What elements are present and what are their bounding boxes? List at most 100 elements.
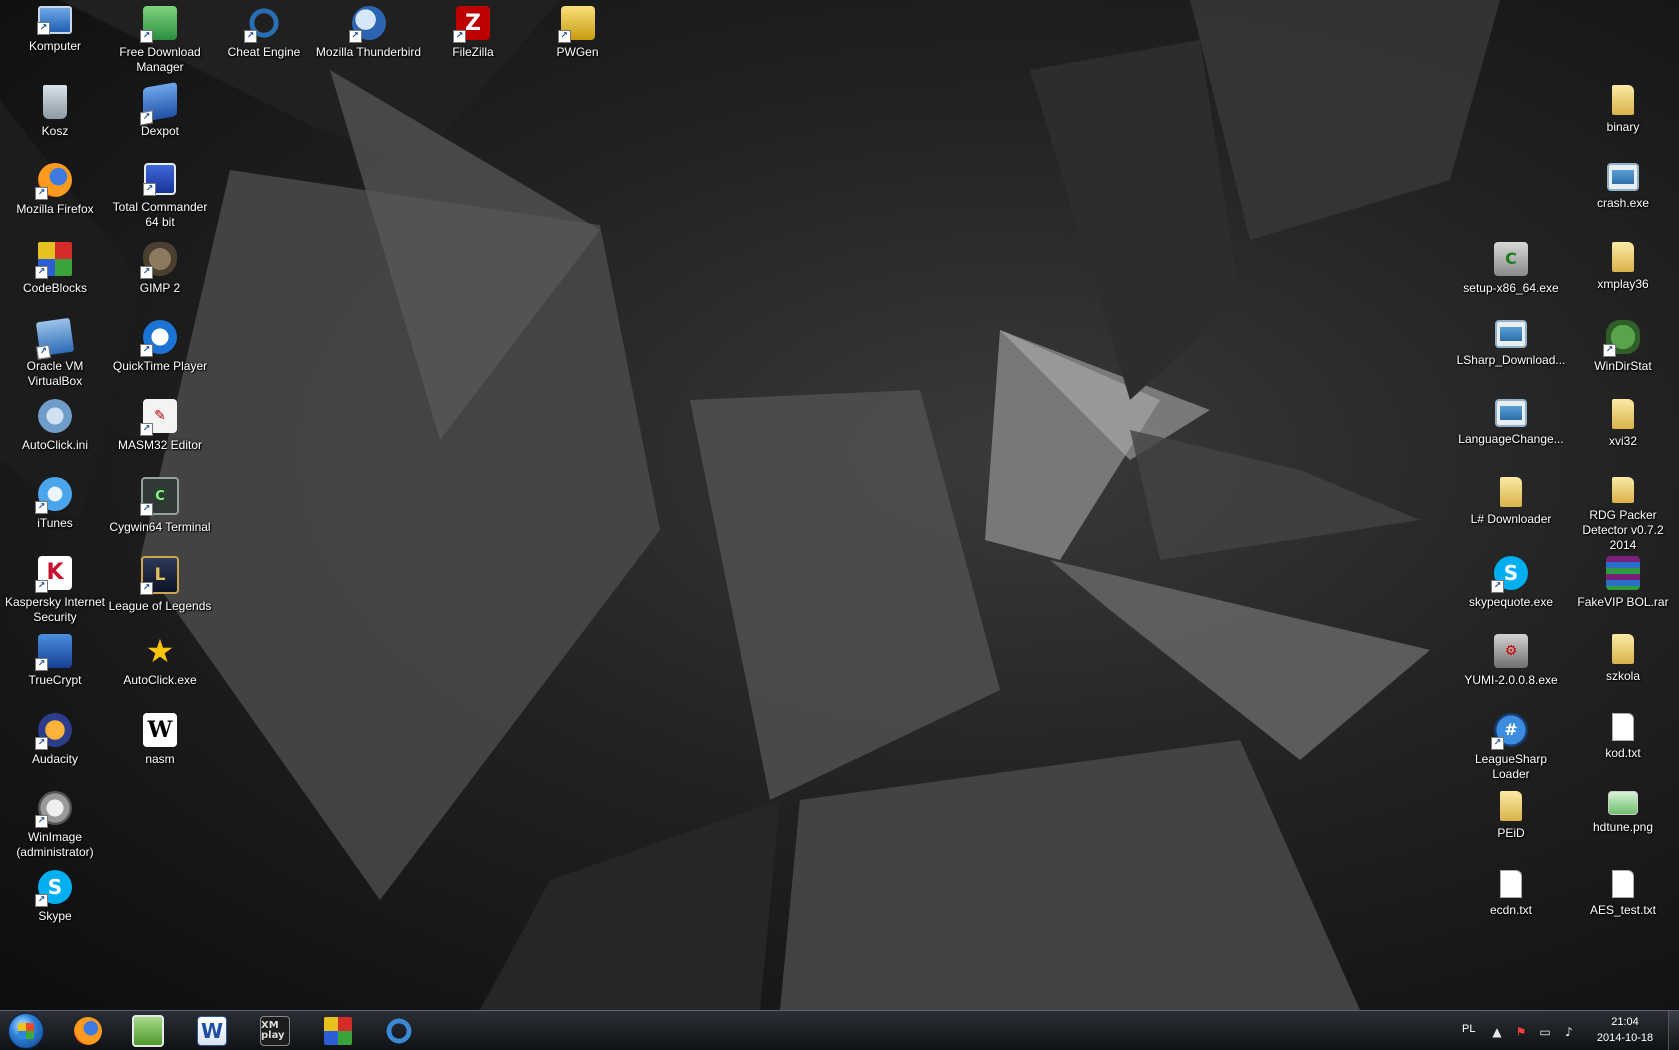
desktop-icon-autoclick-exe[interactable]: ★ AutoClick.exe	[105, 630, 215, 710]
desktop-icon-l-downloader[interactable]: L# Downloader	[1456, 473, 1566, 553]
desktop-icon-label: Cheat Engine	[227, 45, 301, 59]
desktop-icon-label: Mozilla Firefox	[16, 202, 94, 216]
desktop-icon-nasm[interactable]: Wnasm	[105, 709, 215, 789]
desktop-icon-label: FakeVIP BOL.rar	[1577, 594, 1669, 609]
quicktime-icon: Q	[140, 320, 177, 357]
cygwin-terminal-icon: C	[140, 477, 179, 516]
action-center-flag-icon[interactable]: ⚑	[1513, 1024, 1529, 1040]
folder-icon	[1500, 477, 1522, 507]
total-commander-icon	[143, 163, 176, 196]
desktop-icon-truecrypt[interactable]: TrueCrypt	[0, 630, 110, 710]
desktop-icon-ecdn-txt[interactable]: ecdn.txt	[1456, 866, 1566, 946]
desktop-icon-fakevip-bol-rar[interactable]: FakeVIP BOL.rar	[1568, 552, 1678, 632]
recycle-bin-icon	[43, 84, 67, 119]
desktop-icon-cheat-engine[interactable]: Cheat Engine	[209, 2, 319, 82]
folder-icon	[1612, 84, 1634, 115]
desktop-icon-kod-txt[interactable]: kod.txt	[1568, 709, 1678, 789]
desktop-icon-crash-exe[interactable]: crash.exe	[1568, 159, 1678, 239]
desktop-icon-codeblocks[interactable]: CodeBlocks	[0, 238, 110, 318]
clock-time: 21:04	[1611, 1016, 1639, 1028]
desktop-icon-yumi-2-0-0-8-exe[interactable]: ⚙ YUMI-2.0.0.8.exe	[1456, 630, 1566, 710]
notepad-plus-icon	[132, 1014, 164, 1047]
firefox-icon	[35, 163, 72, 200]
desktop-icon-mozilla-thunderbird[interactable]: Mozilla Thunderbird	[314, 2, 424, 82]
desktop-icon-xmplay36[interactable]: xmplay36	[1568, 238, 1678, 318]
desktop-icon-lsharp-download[interactable]: LSharp_Download...	[1456, 316, 1566, 396]
desktop-icon-autoclick-ini[interactable]: AutoClick.ini	[0, 395, 110, 475]
skype-icon: S	[35, 869, 72, 907]
desktop-icon-label: AutoClick.ini	[21, 437, 89, 452]
desktop-icon-masm32-editor[interactable]: ✎MASM32 Editor	[105, 395, 215, 475]
clock[interactable]: 21:04 2014-10-18	[1585, 1014, 1665, 1046]
desktop-icon-label: nasm	[145, 751, 175, 766]
desktop-icon-kosz[interactable]: Kosz	[0, 81, 110, 161]
volume-icon[interactable]: ♪	[1561, 1024, 1577, 1040]
desktop-icon-label: LSharp_Download...	[1456, 353, 1566, 367]
language-indicator[interactable]: PL	[1462, 1023, 1475, 1035]
desktop-icon-skype[interactable]: SSkype	[0, 866, 110, 946]
taskbar-firefox[interactable]	[60, 1013, 116, 1048]
desktop-icon-quicktime-player[interactable]: Q QuickTime Player	[105, 316, 215, 396]
desktop-icon-label: Dexpot	[140, 123, 180, 138]
desktop-icon-label: Skype	[38, 908, 72, 923]
folder-icon	[1612, 398, 1634, 429]
desktop-icon-kaspersky-internet-security[interactable]: KKaspersky Internet Security	[0, 552, 110, 632]
desktop-icon-komputer[interactable]: Komputer	[0, 2, 110, 82]
taskbar-word[interactable]: W	[184, 1013, 240, 1048]
desktop-icon-label: PEiD	[1497, 826, 1525, 840]
desktop-icon-cygwin64-terminal[interactable]: C Cygwin64 Terminal	[105, 473, 215, 553]
itunes-icon	[35, 477, 72, 514]
windirstat-icon	[1603, 320, 1640, 357]
show-desktop-button[interactable]	[1668, 1011, 1679, 1050]
desktop-icon-filezilla[interactable]: Z FileZilla	[418, 2, 528, 82]
desktop-icon-mozilla-firefox[interactable]: Mozilla Firefox	[0, 159, 110, 239]
desktop-icon-aes-test-txt[interactable]: AES_test.txt	[1568, 866, 1678, 946]
desktop-wallpaper	[0, 0, 1679, 1010]
exe-window-icon	[1495, 320, 1527, 348]
desktop-icon-label: QuickTime Player	[112, 359, 208, 373]
desktop-icon-pwgen[interactable]: PWGen	[523, 2, 633, 82]
taskbar-notepad-plus[interactable]	[120, 1013, 176, 1048]
desktop-icon-windirstat[interactable]: WinDirStat	[1568, 316, 1678, 396]
desktop-icon-league-of-legends[interactable]: L League of Legends	[105, 552, 215, 632]
desktop-icon-setup-x86-64-exe[interactable]: Csetup-x86_64.exe	[1456, 238, 1566, 318]
start-button[interactable]	[2, 1011, 50, 1050]
desktop-icon-binary[interactable]: binary	[1568, 81, 1678, 161]
desktop-icon-dexpot[interactable]: Dexpot	[105, 81, 215, 161]
desktop-icon-label: Komputer	[28, 39, 82, 53]
show-hidden-icons-chevron-icon[interactable]: ▲	[1489, 1024, 1505, 1040]
desktop-icon-total-commander-64-bit[interactable]: Total Commander 64 bit	[105, 159, 215, 239]
desktop-icon-label: szkola	[1605, 669, 1640, 683]
desktop-icon-label: RDG Packer Detector v0.7.2 2014	[1582, 508, 1664, 552]
desktop-icon-xvi32[interactable]: xvi32	[1568, 395, 1678, 475]
desktop-icon-leaguesharp-loader[interactable]: #LeagueSharp Loader	[1456, 709, 1566, 789]
desktop-icon-itunes[interactable]: iTunes	[0, 473, 110, 553]
desktop-icon-label: kod.txt	[1605, 745, 1641, 760]
cheat-engine-icon	[385, 1016, 413, 1045]
desktop-icon-gimp-2[interactable]: GIMP 2	[105, 238, 215, 318]
taskbar-codeblocks[interactable]	[310, 1013, 366, 1048]
desktop-icon-audacity[interactable]: Audacity	[0, 709, 110, 789]
desktop-icon-hdtune-png[interactable]: hdtune.png	[1568, 787, 1678, 867]
desktop-icon-free-download-manager[interactable]: Free Download Manager	[105, 2, 215, 82]
desktop-icon-languagechange[interactable]: LanguageChange...	[1456, 395, 1566, 475]
desktop-icon-label: YUMI-2.0.0.8.exe	[1464, 673, 1558, 687]
setup-icon: C	[1494, 241, 1528, 276]
desktop-icon-skypequote-exe[interactable]: Sskypequote.exe	[1456, 552, 1566, 632]
taskbar-xmplay[interactable]: XM play	[247, 1013, 303, 1048]
desktop-icon-rdg-packer-detector-v0-7-2-2014[interactable]: RDG Packer Detector v0.7.2 2014	[1568, 473, 1678, 553]
power-icon[interactable]: ▭	[1537, 1024, 1553, 1040]
taskbar-cheat-engine[interactable]	[371, 1013, 427, 1048]
kaspersky-icon: K	[35, 555, 72, 593]
pwgen-icon	[557, 6, 595, 43]
desktop-icon-winimage-administrator[interactable]: WinImage (administrator)	[0, 787, 110, 867]
desktop-icon-label: L# Downloader	[1470, 512, 1552, 526]
desktop-icon-label: WinImage (administrator)	[16, 830, 94, 859]
thunderbird-icon	[348, 6, 386, 43]
desktop-icon-szkola[interactable]: szkola	[1568, 630, 1678, 710]
desktop-icon-label: CodeBlocks	[22, 280, 88, 295]
desktop-icon-label: MASM32 Editor	[117, 437, 203, 452]
masm32-icon: ✎	[140, 398, 177, 436]
desktop-icon-oracle-vm-virtualbox[interactable]: Oracle VM VirtualBox	[0, 316, 110, 396]
desktop-icon-peid[interactable]: PEiD	[1456, 787, 1566, 867]
